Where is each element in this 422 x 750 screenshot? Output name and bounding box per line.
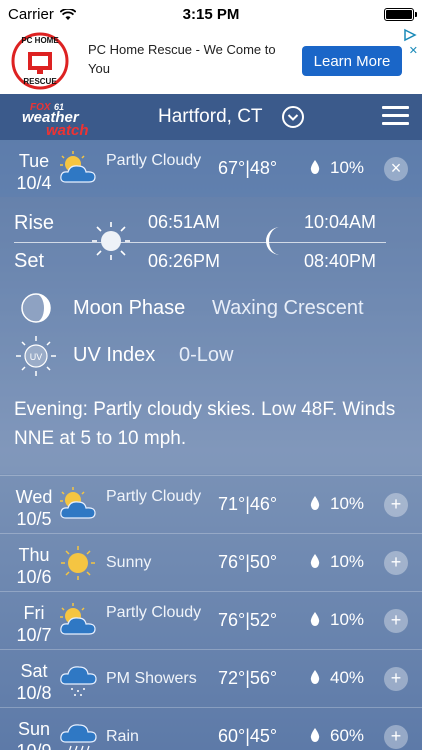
day-date: 10/4: [16, 173, 52, 193]
svg-text:PC HOME: PC HOME: [21, 36, 59, 45]
day-date: 10/8: [16, 683, 52, 703]
temps-label: 72°|56°: [218, 668, 278, 688]
moonrise-time: 10:04AM: [304, 212, 377, 232]
day-date: 10/5: [16, 509, 52, 529]
day-label: Sat 10/8: [12, 660, 56, 704]
uv-index-label: UV Index: [73, 344, 156, 366]
sunny-icon: [61, 546, 95, 580]
pc-home-rescue-logo: PC HOME RESCUE: [11, 32, 69, 90]
ad-banner[interactable]: PC HOME RESCUE PC Home Rescue - We Come …: [0, 28, 422, 94]
fox61-weather-watch-logo: FOX 61 weather watch: [22, 102, 89, 136]
ad-close-icon[interactable]: ✕: [409, 44, 418, 57]
condition-label: Rain: [106, 728, 139, 745]
rise-set-divider: [14, 242, 386, 243]
day-name: Sun: [17, 719, 51, 739]
temps-label: 71°|46°: [218, 494, 278, 514]
forecast-row-expanded[interactable]: Tue 10/4 Partly Cloudy 67°|48° 10% ×: [0, 140, 422, 197]
expand-button[interactable]: +: [384, 609, 408, 633]
forecast-row[interactable]: Sun 10/9 Rain 60°|45° 60% +: [0, 707, 422, 750]
forecast-row[interactable]: Sat 10/8 PM Showers 72°|56° 40% +: [0, 649, 422, 707]
status-bar: Carrier 3:15 PM: [0, 0, 422, 28]
day-label: Thu 10/6: [12, 544, 56, 588]
rain-icon: [60, 724, 97, 750]
condition-label: Partly Cloudy: [106, 152, 202, 169]
hamburger-menu-icon[interactable]: [382, 106, 409, 126]
partly-cloudy-icon: [60, 151, 96, 183]
svg-text:watch: watch: [46, 122, 89, 136]
precip-drop-icon: [310, 554, 320, 568]
condition-label: Sunny: [106, 554, 152, 571]
sunrise-time: 06:51AM: [148, 212, 221, 232]
precip-label: 10%: [330, 610, 365, 629]
day-name: Fri: [23, 603, 45, 623]
clock: 3:15 PM: [182, 6, 240, 23]
moon-phase-value: Waxing Crescent: [212, 297, 364, 319]
forecast-row[interactable]: Wed 10/5 Partly Cloudy 71°|46° 10% +: [0, 475, 422, 533]
ad-choices-icon[interactable]: [402, 28, 418, 42]
uv-index-icon: UV: [16, 336, 56, 376]
temps-label: 60°|45°: [218, 726, 278, 746]
forecast-description: Evening: Partly cloudy skies. Low 48F. W…: [14, 399, 396, 449]
partly-cloudy-icon: [60, 487, 96, 519]
day-label: Sun 10/9: [12, 718, 56, 750]
day-name: Sat: [20, 661, 48, 681]
expand-button[interactable]: +: [384, 493, 408, 517]
location-dropdown-icon[interactable]: [282, 106, 304, 128]
location-label[interactable]: Hartford, CT: [158, 106, 263, 128]
ad-text[interactable]: PC Home Rescue - We Come to You: [88, 40, 288, 78]
precip-label: 10%: [330, 494, 365, 513]
day-date: 10/9: [12, 740, 56, 750]
uv-index-value: 0-Low: [179, 344, 234, 366]
expand-button[interactable]: +: [384, 725, 408, 749]
condition-label: Partly Cloudy: [106, 604, 202, 621]
temps-label: 76°|50°: [218, 552, 278, 572]
moonset-time: 08:40PM: [304, 251, 377, 271]
temps-label: 67°|48°: [218, 158, 278, 178]
precip-drop-icon: [310, 670, 320, 684]
sunset-time: 06:26PM: [148, 251, 221, 271]
collapse-button[interactable]: ×: [384, 157, 408, 181]
forecast-row[interactable]: Fri 10/7 Partly Cloudy 76°|52° 10% +: [0, 591, 422, 649]
svg-text:RESCUE: RESCUE: [23, 77, 57, 86]
precip-label: 60%: [330, 726, 365, 745]
moon-icon: [266, 227, 280, 255]
sun-icon: [92, 222, 130, 260]
day-date: 10/7: [16, 625, 52, 645]
day-date: 10/6: [16, 567, 52, 587]
day-name: Thu: [18, 545, 50, 565]
forecast-row[interactable]: Thu 10/6 Sunny 76°|50° 10% +: [0, 533, 422, 591]
learn-more-button[interactable]: Learn More: [302, 46, 402, 76]
condition-label: Partly Cloudy: [106, 488, 202, 505]
precip-label: 10%: [330, 158, 365, 177]
day-label: Tue 10/4: [12, 150, 56, 194]
showers-icon: [60, 666, 97, 696]
battery-icon: [384, 8, 417, 21]
precip-drop-icon: [310, 728, 320, 742]
temps-label: 76°|52°: [218, 610, 278, 630]
expand-button[interactable]: +: [384, 667, 408, 691]
precip-drop-icon: [310, 496, 320, 510]
uv-icon-text: UV: [30, 352, 43, 362]
app-header: FOX 61 weather watch Hartford, CT: [0, 94, 422, 140]
day-label: Fri 10/7: [12, 602, 56, 646]
precip-drop-icon: [310, 160, 320, 174]
day-label: Wed 10/5: [12, 486, 56, 530]
moon-phase-label: Moon Phase: [73, 297, 186, 319]
partly-cloudy-icon: [60, 603, 96, 635]
precip-drop-icon: [310, 612, 320, 626]
rise-label: Rise: [14, 212, 55, 234]
precip-label: 40%: [330, 668, 365, 687]
condition-label: PM Showers: [106, 670, 197, 687]
expand-button[interactable]: +: [384, 551, 408, 575]
precip-label: 10%: [330, 552, 365, 571]
moon-phase-icon: [21, 293, 51, 323]
set-label: Set: [14, 250, 45, 272]
day-name: Wed: [15, 487, 53, 507]
day-name: Tue: [18, 151, 50, 171]
